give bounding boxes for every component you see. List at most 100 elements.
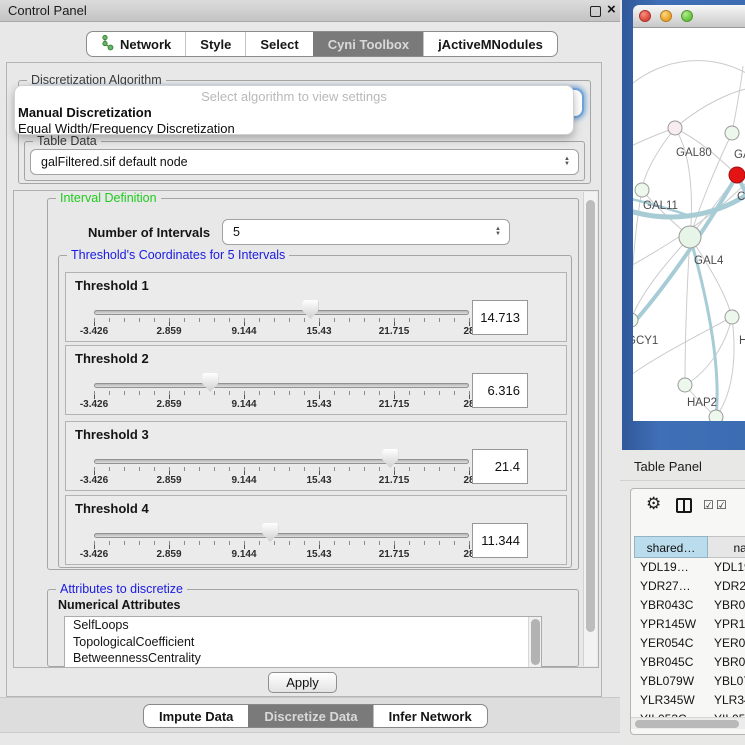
split-columns-icon[interactable] <box>676 498 692 513</box>
node[interactable] <box>725 310 739 324</box>
threshold-2-slider-handle[interactable] <box>202 373 218 392</box>
tick-label: 2.859 <box>139 475 199 486</box>
table-row[interactable]: YDR27… YDR27 <box>634 577 745 596</box>
dropdown-option-equal-width[interactable]: Equal Width/Frequency Discretization <box>18 121 235 135</box>
column-header-name[interactable]: name <box>708 536 745 558</box>
threshold-4-slider-handle[interactable] <box>262 523 278 542</box>
node[interactable] <box>725 126 739 140</box>
cell-name[interactable]: YDR27 <box>714 577 745 596</box>
table-panel-title: Table Panel <box>634 459 702 474</box>
threshold-3-slider-track[interactable] <box>94 459 469 464</box>
threshold-2-label: Threshold 2 <box>75 351 149 366</box>
cell-shared-name[interactable]: YBR043C <box>640 596 710 615</box>
cell-shared-name[interactable]: YDL19… <box>640 558 710 577</box>
list-item[interactable]: SelfLoops <box>65 617 541 634</box>
tab-discretize-data-label: Discretize Data <box>264 709 357 724</box>
list-scrollbar[interactable] <box>528 617 541 668</box>
threshold-4-value-field[interactable]: 11.344 <box>472 523 528 558</box>
cell-name[interactable]: YPR145W <box>714 615 745 634</box>
node[interactable] <box>709 410 723 421</box>
stepper-arrows-icon: ▲▼ <box>564 157 570 167</box>
close-icon[interactable]: × <box>607 1 616 18</box>
cell-shared-name[interactable]: YBR045C <box>640 653 710 672</box>
tab-select[interactable]: Select <box>245 32 312 56</box>
close-traffic-light-icon[interactable] <box>639 10 651 22</box>
threshold-1-value-field[interactable]: 14.713 <box>472 300 528 335</box>
tick-label: 15.43 <box>289 475 349 486</box>
node-gcy1[interactable] <box>633 313 638 327</box>
table-row[interactable]: YBL079W YBL079W <box>634 672 745 691</box>
list-item[interactable]: TopologicalCoefficient <box>65 634 541 651</box>
node-gal11[interactable] <box>635 183 649 197</box>
tab-network[interactable]: Network <box>87 32 185 56</box>
tab-style-label: Style <box>200 37 231 52</box>
stepper-arrows-icon: ▲▼ <box>495 227 501 237</box>
cell-name[interactable]: YIL053C <box>714 710 745 717</box>
table-data-combobox[interactable]: galFiltered.sif default node ▲▼ <box>30 149 579 175</box>
tick-label: 21.715 <box>364 326 424 337</box>
cell-shared-name[interactable]: YER054C <box>640 634 710 653</box>
cell-shared-name[interactable]: YPR145W <box>640 615 710 634</box>
settings-scrollbar[interactable] <box>583 192 597 666</box>
table-row[interactable]: YBR043C YBR043C <box>634 596 745 615</box>
tab-discretize-data[interactable]: Discretize Data <box>248 705 372 727</box>
cell-shared-name[interactable]: YLR345W <box>640 691 710 710</box>
list-item[interactable]: BetweennessCentrality <box>65 650 541 667</box>
zoom-traffic-light-icon[interactable] <box>681 10 693 22</box>
float-window-icon[interactable] <box>590 6 601 17</box>
tab-impute-data[interactable]: Impute Data <box>144 705 248 727</box>
dropdown-option-manual[interactable]: Manual Discretization <box>18 105 152 120</box>
threshold-2-panel: Threshold 2 -3.426 2.859 9.144 15.43 21.… <box>65 345 567 415</box>
threshold-1-panel: Threshold 1 -3.426 2.859 9.144 15.43 21.… <box>65 272 567 342</box>
tab-style[interactable]: Style <box>185 32 245 56</box>
number-of-intervals-value: 5 <box>233 225 240 239</box>
threshold-4-slider-track[interactable] <box>94 533 469 538</box>
cell-shared-name[interactable]: YIL053C <box>640 710 710 717</box>
cell-name[interactable]: YDL19 <box>714 558 745 577</box>
node-label-partial: H <box>739 335 745 347</box>
node-label-partial: C <box>737 191 745 203</box>
cell-name[interactable]: YLR345W <box>714 691 745 710</box>
cell-name[interactable]: YBL079W <box>714 672 745 691</box>
checkbox-icon[interactable]: ☑ <box>716 499 727 511</box>
table-horizontal-scrollbar[interactable] <box>631 717 745 729</box>
number-of-intervals-combobox[interactable]: 5 ▲▼ <box>222 219 510 245</box>
threshold-3-value-field[interactable]: 21.4 <box>472 449 528 484</box>
table-row[interactable]: YDL19… YDL19 <box>634 558 745 577</box>
threshold-1-slider-handle[interactable] <box>302 300 318 319</box>
apply-button[interactable]: Apply <box>268 672 337 693</box>
threshold-3-slider-handle[interactable] <box>382 449 398 468</box>
threshold-2-value-field[interactable]: 6.316 <box>472 373 528 408</box>
table-row[interactable]: YIL053C YIL053C <box>634 710 745 717</box>
node-selected-red[interactable] <box>729 167 745 183</box>
tab-infer-network[interactable]: Infer Network <box>373 705 487 727</box>
tab-cyni-toolbox[interactable]: Cyni Toolbox <box>313 32 423 56</box>
table-row[interactable]: YPR145W YPR145W <box>634 615 745 634</box>
node-hap2[interactable] <box>678 378 692 392</box>
cell-name[interactable]: YER054C <box>714 634 745 653</box>
cell-shared-name[interactable]: YDR27… <box>640 577 710 596</box>
threshold-2-slider-track[interactable] <box>94 383 469 388</box>
table-row[interactable]: YER054C YER054C <box>634 634 745 653</box>
table-horizontal-scrollbar-thumb[interactable] <box>635 720 739 728</box>
table-card: ⚙ ☑ ☑ shared… name YDL19… YDL19 YDR27… Y… <box>630 488 745 735</box>
minimize-traffic-light-icon[interactable] <box>660 10 672 22</box>
tab-jactivemnodules[interactable]: jActiveMNodules <box>423 32 557 56</box>
node-gal80[interactable] <box>668 121 682 135</box>
checkbox-icon[interactable]: ☑ <box>703 499 714 511</box>
node-gal4[interactable] <box>679 226 701 248</box>
cell-name[interactable]: YBR043C <box>714 596 745 615</box>
table-row[interactable]: YBR045C YBR045C <box>634 653 745 672</box>
settings-scrollbar-thumb[interactable] <box>586 200 595 632</box>
cell-name[interactable]: YBR045C <box>714 653 745 672</box>
numerical-attributes-list: SelfLoops TopologicalCoefficient Between… <box>64 616 542 668</box>
column-header-shared-name[interactable]: shared… <box>634 536 708 558</box>
network-canvas[interactable]: GAL80 GA GAL11 C GAL4 GCY1 H HAP2 <box>633 28 745 421</box>
threshold-1-slider-track[interactable] <box>94 310 469 315</box>
list-scrollbar-thumb[interactable] <box>531 619 540 665</box>
gear-icon[interactable]: ⚙ <box>646 494 661 514</box>
cell-shared-name[interactable]: YBL079W <box>640 672 710 691</box>
table-row[interactable]: YLR345W YLR345W <box>634 691 745 710</box>
bottom-tab-strip: Impute Data Discretize Data Infer Networ… <box>0 697 620 733</box>
network-graph: GAL80 GA GAL11 C GAL4 GCY1 H HAP2 <box>633 28 745 421</box>
